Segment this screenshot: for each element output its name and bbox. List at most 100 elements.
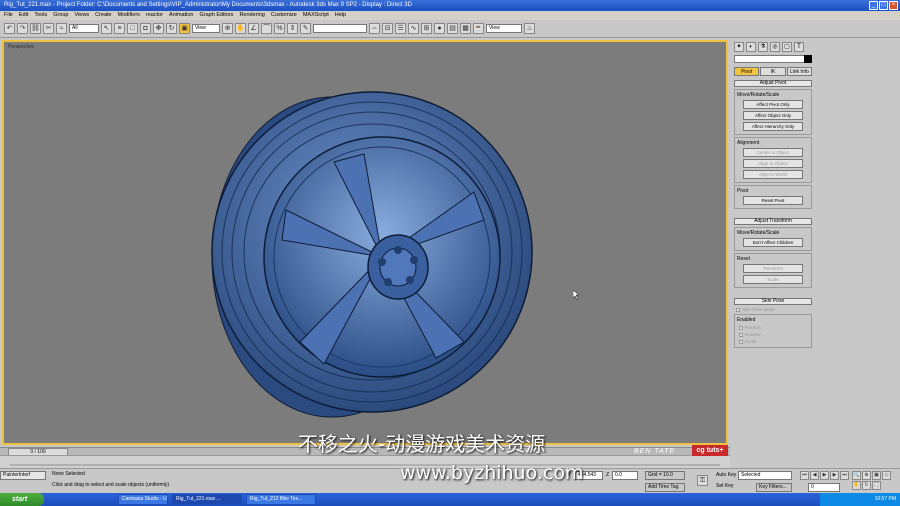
utilities-panel-icon[interactable]: T [794,42,804,52]
select-move-icon[interactable]: ✥ [153,23,164,34]
adjust-transform-header[interactable]: Adjust Transform [734,218,812,225]
task-camtasia[interactable]: Camtasia Studio - Unt... [118,494,168,505]
snap-icon[interactable]: ∠ [248,23,259,34]
ref-coord-dropdown[interactable]: View [192,24,220,33]
zoom-extents-icon[interactable]: ▣ [872,471,881,480]
select-rotate-icon[interactable]: ↻ [166,23,177,34]
adjust-pivot-header[interactable]: Adjust Pivot [734,80,812,87]
perspective-viewport[interactable]: Perspective [2,40,728,445]
start-button[interactable]: start [0,493,44,506]
named-selection-dropdown[interactable] [313,24,367,33]
object-name-field[interactable] [734,55,806,63]
auto-key-button[interactable]: Auto Key [716,472,736,479]
close-button[interactable]: × [889,1,898,10]
percent-snap-icon[interactable]: % [274,23,285,34]
named-selection-icon[interactable]: ✎ [300,23,311,34]
viewport-label[interactable]: Perspective [8,44,34,50]
quick-render-icon[interactable]: ☕ [473,23,484,34]
next-frame-icon[interactable]: ▶ [830,471,839,480]
select-link-icon[interactable]: ⛓ [30,23,41,34]
align-icon[interactable]: ⊟ [382,23,393,34]
bind-space-warp-icon[interactable]: ≈ [56,23,67,34]
menu-animation[interactable]: Animation [169,11,193,20]
align-to-world-button[interactable]: Align to World [743,170,803,179]
mirror-icon[interactable]: ⇔ [369,23,380,34]
orbit-icon[interactable]: ↻ [862,481,871,490]
material-editor-icon[interactable]: ● [434,23,445,34]
angle-snap-icon[interactable]: ⌒ [261,23,272,34]
schematic-view-icon[interactable]: ⊞ [421,23,432,34]
menu-graph-editors[interactable]: Graph Editors [200,11,234,20]
z-coordinate-field[interactable]: 0.0 [612,471,638,480]
skin-pose-header[interactable]: Skin Pose [734,298,812,305]
rotation-checkbox[interactable]: Rotation [739,332,809,337]
redo-icon[interactable]: ↷ [17,23,28,34]
affect-pivot-only-button[interactable]: Affect Pivot Only [743,100,803,109]
prev-frame-icon[interactable]: ◀ [810,471,819,480]
position-checkbox[interactable]: Position [739,325,809,330]
menu-create[interactable]: Create [95,11,112,20]
key-filters-button[interactable]: Key Filters... [756,483,792,492]
task-3dsmax[interactable]: Rig_Tut_221.max ... [172,494,242,505]
goto-end-icon[interactable]: ⏭ [840,471,849,480]
maxscript-listener[interactable]: PainterInterf [0,471,46,480]
select-object-icon[interactable]: ↖ [101,23,112,34]
tab-link-info[interactable]: Link Info [786,67,812,76]
menu-edit[interactable]: Edit [19,11,28,20]
menu-rendering[interactable]: Rendering [239,11,264,20]
pivot-center-icon[interactable]: ⊕ [222,23,233,34]
select-scale-icon[interactable]: ▣ [179,23,190,34]
select-by-name-icon[interactable]: ≡ [114,23,125,34]
create-panel-icon[interactable]: ✦ [734,42,744,52]
dont-affect-children-button[interactable]: Don't Affect Children [743,238,803,247]
menu-customize[interactable]: Customize [271,11,297,20]
key-set-dropdown[interactable]: Selected [738,471,792,480]
unlink-icon[interactable]: ✂ [43,23,54,34]
scale-checkbox[interactable]: Scale [739,339,809,344]
minimize-button[interactable]: _ [869,1,878,10]
render-frame-icon[interactable]: ▦ [460,23,471,34]
task-explorer[interactable]: Rig_Tut_212 filler Tex... [246,494,316,505]
window-crossing-icon[interactable]: ◘ [140,23,151,34]
undo-icon[interactable]: ↶ [4,23,15,34]
menu-modifiers[interactable]: Modifiers [118,11,140,20]
selection-filter-dropdown[interactable]: All [69,24,99,33]
menu-tools[interactable]: Tools [34,11,47,20]
object-color-swatch[interactable] [804,55,812,63]
reset-transform-button[interactable]: Transform [743,264,803,273]
reset-scale-button[interactable]: Scale [743,275,803,284]
reset-pivot-button[interactable]: Reset Pivot [743,196,803,205]
play-icon[interactable]: ▶ [820,471,829,480]
maximize-button[interactable]: □ [879,1,888,10]
pan-icon[interactable]: ✋ [852,481,861,490]
tab-ik[interactable]: IK [760,67,786,76]
menu-views[interactable]: Views [75,11,90,20]
render-teapot-icon[interactable]: ♨ [524,23,535,34]
menu-group[interactable]: Group [53,11,68,20]
goto-start-icon[interactable]: ⏮ [800,471,809,480]
field-of-view-icon[interactable]: ◇ [882,471,891,480]
menu-reactor[interactable]: reactor [146,11,163,20]
render-view-dropdown[interactable]: View [486,24,522,33]
set-key-button[interactable]: Set Key [716,483,734,490]
zoom-icon[interactable]: 🔍 [852,471,861,480]
menu-maxscript[interactable]: MAXScript [303,11,329,20]
menu-help[interactable]: Help [335,11,346,20]
hierarchy-panel-icon[interactable]: ⚗ [758,42,768,52]
select-manipulate-icon[interactable]: ✋ [235,23,246,34]
key-mode-icon[interactable]: ⚿ [697,475,708,486]
spinner-snap-icon[interactable]: ⇕ [287,23,298,34]
tab-pivot[interactable]: Pivot [734,67,760,76]
menu-file[interactable]: File [4,11,13,20]
center-to-object-button[interactable]: Center to Object [743,148,803,157]
affect-hierarchy-only-button[interactable]: Affect Hierarchy Only [743,122,803,131]
add-time-tag-button[interactable]: Add Time Tag [645,483,685,492]
modify-panel-icon[interactable]: ◐ [746,42,756,52]
display-panel-icon[interactable]: ▢ [782,42,792,52]
layer-manager-icon[interactable]: ☰ [395,23,406,34]
motion-panel-icon[interactable]: ◎ [770,42,780,52]
curve-editor-icon[interactable]: ∿ [408,23,419,34]
maximize-viewport-icon[interactable]: ⛶ [872,481,881,490]
current-frame-field[interactable]: 0 [808,483,840,492]
rect-selection-icon[interactable]: □ [127,23,138,34]
